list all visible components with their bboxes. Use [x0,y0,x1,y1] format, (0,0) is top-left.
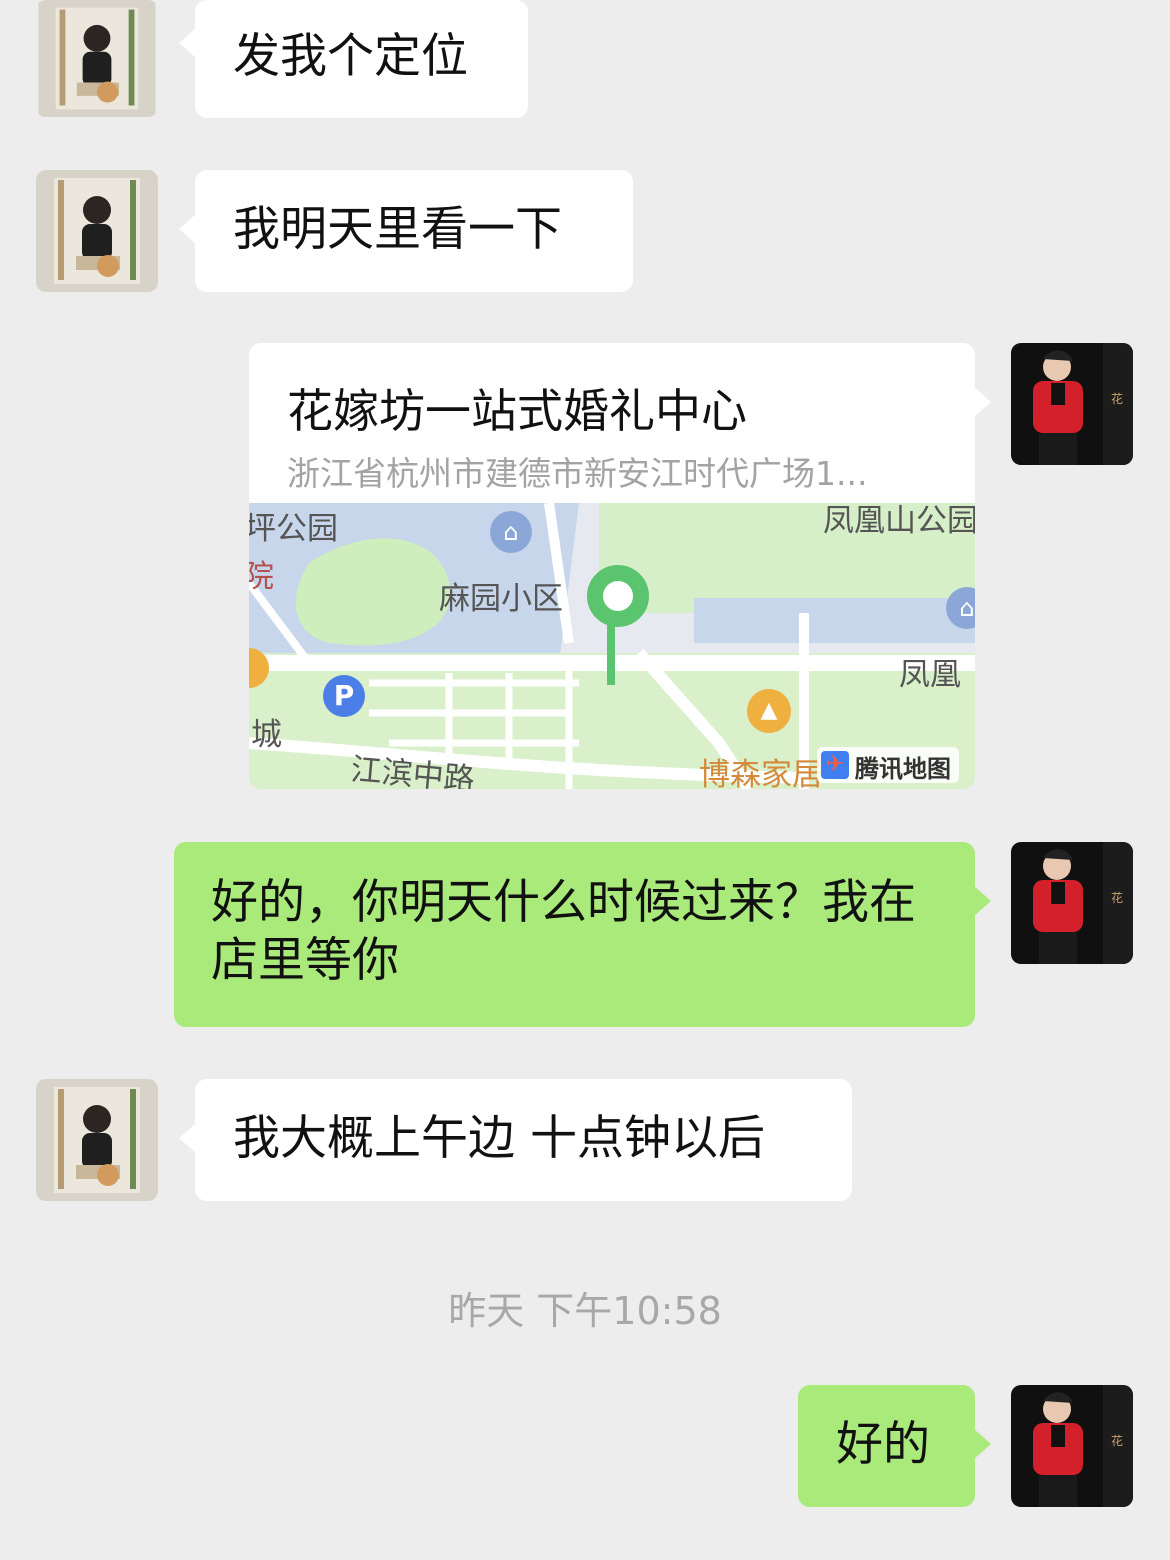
parking-icon: P [323,675,365,717]
tencent-map-label: 腾讯地图 [855,755,951,783]
location-map[interactable]: ⌂ ⌂ P ▲ 坪公园 院 凤凰山公园 麻园小区 凤凰 城 江滨中路 博森家居 … [249,503,975,789]
bubble-tail [179,28,196,58]
message-bubble-incoming[interactable]: 我明天里看一下 [179,170,633,292]
map-label-phoenix-mountain: 凤凰山公园 [823,503,975,539]
message-text: 我明天里看一下 [233,202,562,257]
message-bubble-outgoing[interactable]: 好的 [798,1385,991,1507]
bubble-tail [179,1123,196,1153]
shop-icon: ▲ [747,689,791,733]
message-bubble-outgoing[interactable]: 好的，你明天什么时候过来？我在店里等你 [174,842,991,1027]
message-text: 发我个定位 [233,29,468,84]
map-pin-stem [607,621,615,685]
location-title: 花嫁坊一站式婚礼中心 [287,384,747,438]
contact-avatar[interactable] [36,1079,158,1201]
message-text: 我大概上午边 十点钟以后 [233,1111,765,1166]
tencent-map-logo-icon: ✈ [821,751,849,779]
message-bubble-incoming[interactable]: 我大概上午边 十点钟以后 [179,1079,852,1201]
message-text: 好的 [836,1417,930,1472]
message-text: 好的，你明天什么时候过来？我在店里等你 [211,875,916,988]
contact-avatar[interactable] [36,170,158,292]
map-pin-icon [587,565,649,627]
self-avatar[interactable]: 花 [1011,1385,1133,1507]
home-icon: ⌂ [490,511,532,553]
svg-text:花: 花 [1111,1433,1123,1448]
svg-text:花: 花 [1111,391,1123,406]
message-bubble-incoming[interactable]: 发我个定位 [179,0,528,118]
bubble-tail [179,214,196,244]
timestamp-divider: 昨天 下午10:58 [448,1289,722,1333]
bubble-tail [974,886,991,916]
map-label-mayuan: 麻园小区 [439,581,563,617]
tencent-map-logo: ✈ 腾讯地图 [817,747,959,783]
self-avatar[interactable]: 花 [1011,343,1133,465]
contact-avatar[interactable] [36,0,158,117]
map-label-hospital: 院 [249,559,274,595]
self-avatar[interactable]: 花 [1011,842,1133,964]
map-label-park: 坪公园 [249,511,338,547]
bubble-tail [974,387,991,417]
map-label-phoenix: 凤凰 [899,657,961,693]
map-label-city: 城 [251,717,282,753]
bubble-tail [974,1429,991,1459]
location-card[interactable]: 花嫁坊一站式婚礼中心 浙江省杭州市建德市新安江时代广场1... ⌂ ⌂ P ▲ … [249,343,975,789]
location-address: 浙江省杭州市建德市新安江时代广场1... [287,454,868,493]
svg-text:花: 花 [1111,890,1123,905]
map-label-bosen: 博森家居 [699,757,823,789]
